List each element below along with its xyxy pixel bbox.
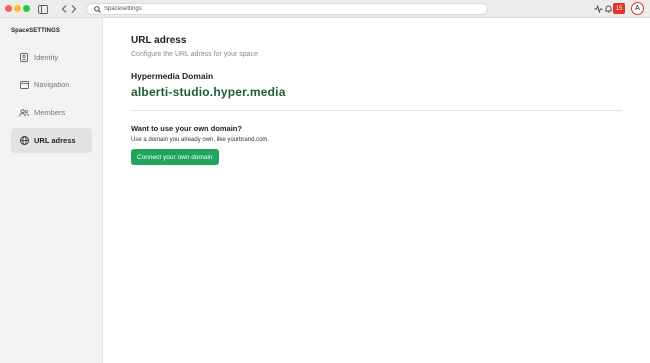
sidebar-item-members[interactable]: Members [11,100,92,125]
bell-icon[interactable] [605,3,612,15]
notification-badge[interactable]: 15 [613,3,625,14]
divider [131,110,622,111]
sidebar-toggle-icon[interactable] [38,3,48,15]
sidebar-title: SpaceSETTINGS [11,28,60,34]
navigation-icon [19,80,29,90]
minimize-window-button[interactable] [14,5,21,12]
identity-icon [19,53,29,63]
forward-arrow-icon[interactable] [70,3,78,15]
address-input[interactable] [104,4,464,14]
members-icon [19,108,29,118]
search-icon [90,5,104,13]
zoom-window-button[interactable] [23,5,30,12]
window-titlebar: 15 A [0,0,650,18]
sidebar-item-label: Members [34,108,66,117]
sidebar-item-navigation[interactable]: Navigation [11,72,92,97]
address-bar[interactable] [86,3,488,15]
settings-sidebar: SpaceSETTINGS Identity Navigation Member… [0,18,103,363]
page-title: URL adress [131,35,187,46]
url-settings-panel: URL adress Configure the URL adress for … [131,35,622,165]
back-arrow-icon[interactable] [60,3,68,15]
avatar[interactable]: A [631,2,644,15]
page-subtitle: Configure the URL adress for your space [131,51,258,58]
sidebar-item-identity[interactable]: Identity [11,45,92,70]
close-window-button[interactable] [5,5,12,12]
globe-icon [19,136,29,146]
own-domain-subtitle: Use a domain you already own, like yourb… [131,137,270,143]
own-domain-title: Want to use your own domain? [131,124,242,133]
domain-label: Hypermedia Domain [131,71,214,81]
sidebar-item-label: Identity [34,53,59,62]
sidebar-item-label: URL adress [34,136,76,145]
sidebar-item-label: Navigation [34,80,70,89]
activity-icon[interactable] [594,3,603,15]
domain-value: alberti-studio.hyper.media [131,85,286,99]
sidebar-item-url-adress[interactable]: URL adress [11,128,92,153]
connect-domain-button[interactable]: Connect your own domain [131,149,219,165]
